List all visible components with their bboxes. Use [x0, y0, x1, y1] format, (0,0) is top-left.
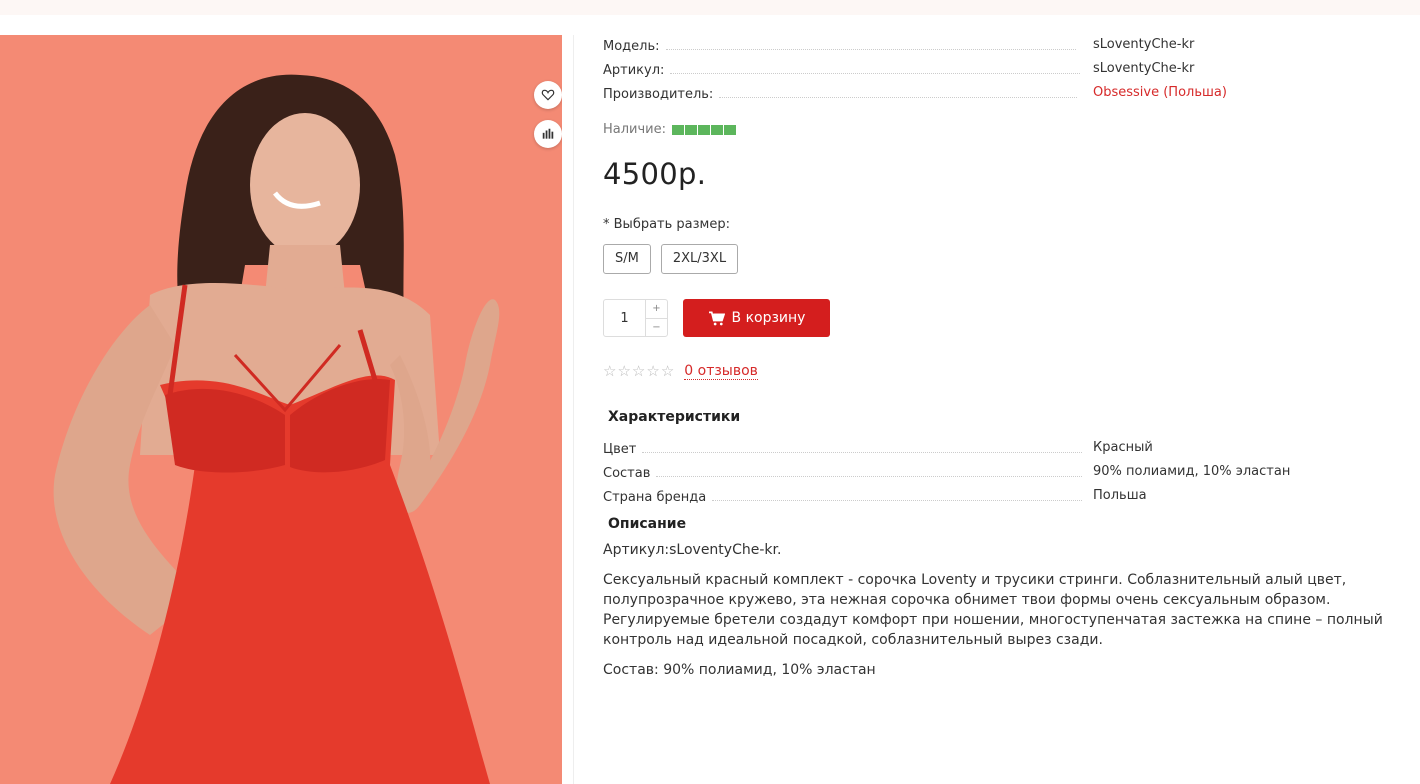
size-options: S/M 2XL/3XL [603, 244, 739, 274]
bar-chart-icon [542, 128, 554, 139]
dotted-leader [670, 73, 1081, 74]
quantity-stepper: + − [603, 299, 668, 337]
spec-row: Цвет Красный [603, 438, 1383, 462]
product-attributes: Модель: sLoventyChe-kr Артикул: sLoventy… [603, 35, 1383, 107]
spec-row: Состав 90% полиамид, 10% эластан [603, 462, 1383, 486]
size-select-label: * Выбрать размер: [603, 217, 730, 232]
attribute-value: sLoventyChe-kr [1093, 61, 1195, 76]
stock-level-bar [672, 124, 737, 135]
heart-icon [541, 89, 555, 101]
quantity-decrease-button[interactable]: − [646, 319, 667, 337]
attribute-sku: Артикул: sLoventyChe-kr [603, 59, 1383, 83]
star-icon: ☆ [617, 362, 631, 380]
model-photo [53, 74, 500, 784]
size-option-2xl-3xl[interactable]: 2XL/3XL [660, 244, 739, 274]
star-icon: ☆ [646, 362, 660, 380]
spec-label: Цвет [603, 440, 643, 460]
attribute-value: sLoventyChe-kr [1093, 37, 1195, 52]
size-option-s-m[interactable]: S/M [603, 244, 651, 274]
quantity-increase-button[interactable]: + [646, 300, 667, 319]
star-icon: ☆ [603, 362, 617, 380]
attribute-label: Производитель: [603, 85, 720, 105]
spec-value: Красный [1093, 440, 1153, 455]
description-text: Сексуальный красный комплект - сорочка L… [603, 572, 1383, 648]
attribute-model: Модель: sLoventyChe-kr [603, 35, 1383, 59]
attribute-label: Модель: [603, 37, 666, 57]
dotted-leader [642, 452, 1083, 453]
spec-label: Состав [603, 464, 657, 484]
product-description: Артикул:sLoventyChe-kr. Сексуальный крас… [603, 540, 1383, 690]
specs-table: Цвет Красный Состав 90% полиамид, 10% эл… [603, 438, 1383, 510]
product-image[interactable] [0, 35, 562, 784]
add-to-wishlist-button[interactable] [534, 81, 562, 109]
add-to-cart-label: В корзину [731, 310, 806, 326]
star-icon: ☆ [660, 362, 675, 380]
quantity-input[interactable] [604, 300, 645, 336]
spec-label: Страна бренда [603, 488, 713, 508]
description-sku: Артикул:sLoventyChe-kr. [603, 542, 782, 558]
spec-value: 90% полиамид, 10% эластан [1093, 464, 1291, 479]
dotted-leader [656, 476, 1083, 477]
dotted-leader [719, 97, 1078, 98]
add-to-compare-button[interactable] [534, 120, 562, 148]
specs-title: Характеристики [608, 409, 741, 425]
dotted-leader [665, 49, 1076, 50]
cart-icon [708, 311, 725, 325]
rating-stars: ☆ ☆ ☆ ☆ ☆ [603, 362, 674, 380]
quantity-buttons: + − [645, 300, 667, 336]
product-price: 4500р. [603, 157, 707, 191]
description-title: Описание [608, 516, 687, 532]
spec-value: Польша [1093, 488, 1147, 503]
star-icon: ☆ [631, 362, 646, 380]
dotted-leader [712, 500, 1083, 501]
add-to-cart-button[interactable]: В корзину [683, 299, 830, 337]
attribute-manufacturer: Производитель: Obsessive (Польша) [603, 83, 1383, 107]
top-bar [0, 0, 1420, 15]
reviews-link[interactable]: 0 отзывов [684, 363, 758, 380]
product-rating: ☆ ☆ ☆ ☆ ☆ 0 отзывов [603, 362, 758, 380]
stock-label: Наличие: [603, 122, 667, 137]
spec-row: Страна бренда Польша [603, 486, 1383, 510]
stock-status: Наличие: [603, 122, 737, 137]
image-gallery-divider [562, 35, 574, 784]
description-composition: Состав: 90% полиамид, 10% эластан [603, 662, 876, 678]
attribute-label: Артикул: [603, 61, 671, 81]
manufacturer-link[interactable]: Obsessive (Польша) [1093, 83, 1227, 103]
